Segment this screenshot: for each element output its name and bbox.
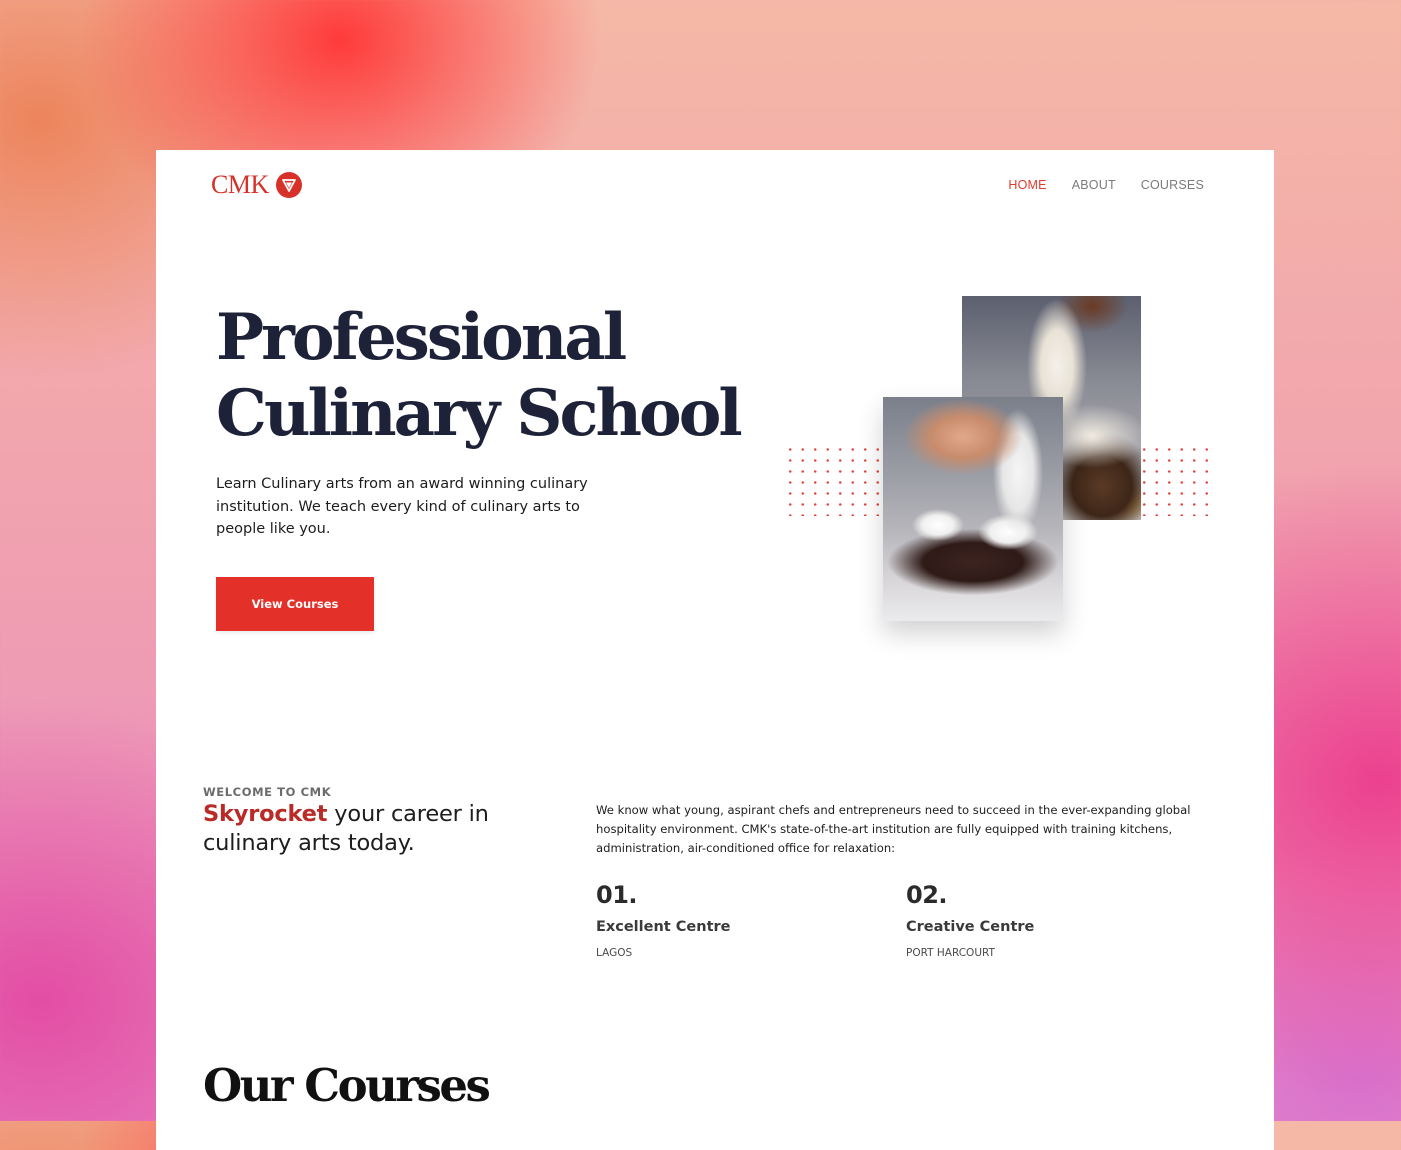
page-card: CMK HOME ABOUT COURSES Professional Culi… (156, 150, 1274, 1150)
dot-pattern-left (784, 444, 884, 516)
welcome-kicker: WELCOME TO CMK (203, 785, 332, 799)
centre-location: PORT HARCOURT (906, 947, 995, 959)
logo-text: CMK (211, 170, 269, 199)
nav-courses[interactable]: COURSES (1141, 178, 1204, 192)
main-nav: HOME ABOUT COURSES (1008, 178, 1204, 192)
centre-number: 01. (596, 881, 638, 909)
logo[interactable]: CMK (211, 170, 302, 200)
piping-cream-photo-front (883, 397, 1063, 621)
dot-pattern-right (1138, 444, 1212, 516)
hero-title: Professional Culinary School (216, 300, 776, 452)
hero-title-line2: Culinary School (216, 376, 743, 451)
hero-title-line1: Professional (216, 300, 627, 375)
centre-title: Excellent Centre (596, 919, 731, 935)
hero-description: Learn Culinary arts from an award winnin… (216, 476, 588, 537)
nav-home[interactable]: HOME (1008, 178, 1046, 192)
view-courses-button[interactable]: View Courses (216, 577, 374, 631)
centre-card: 02. Creative Centre PORT HARCOURT (906, 880, 1166, 960)
welcome-heading: Skyrocket your career in culinary arts t… (203, 800, 523, 857)
courses-heading: Our Courses (203, 1059, 491, 1112)
nav-about[interactable]: ABOUT (1072, 178, 1116, 192)
welcome-body: We know what young, aspirant chefs and e… (596, 803, 1191, 855)
welcome-heading-accent: Skyrocket (203, 801, 328, 827)
centre-card: 01. Excellent Centre LAGOS (596, 880, 856, 960)
centre-location: LAGOS (596, 947, 633, 959)
centre-number: 02. (906, 881, 948, 909)
shield-v-icon (275, 172, 302, 198)
centre-title: Creative Centre (906, 919, 1035, 935)
